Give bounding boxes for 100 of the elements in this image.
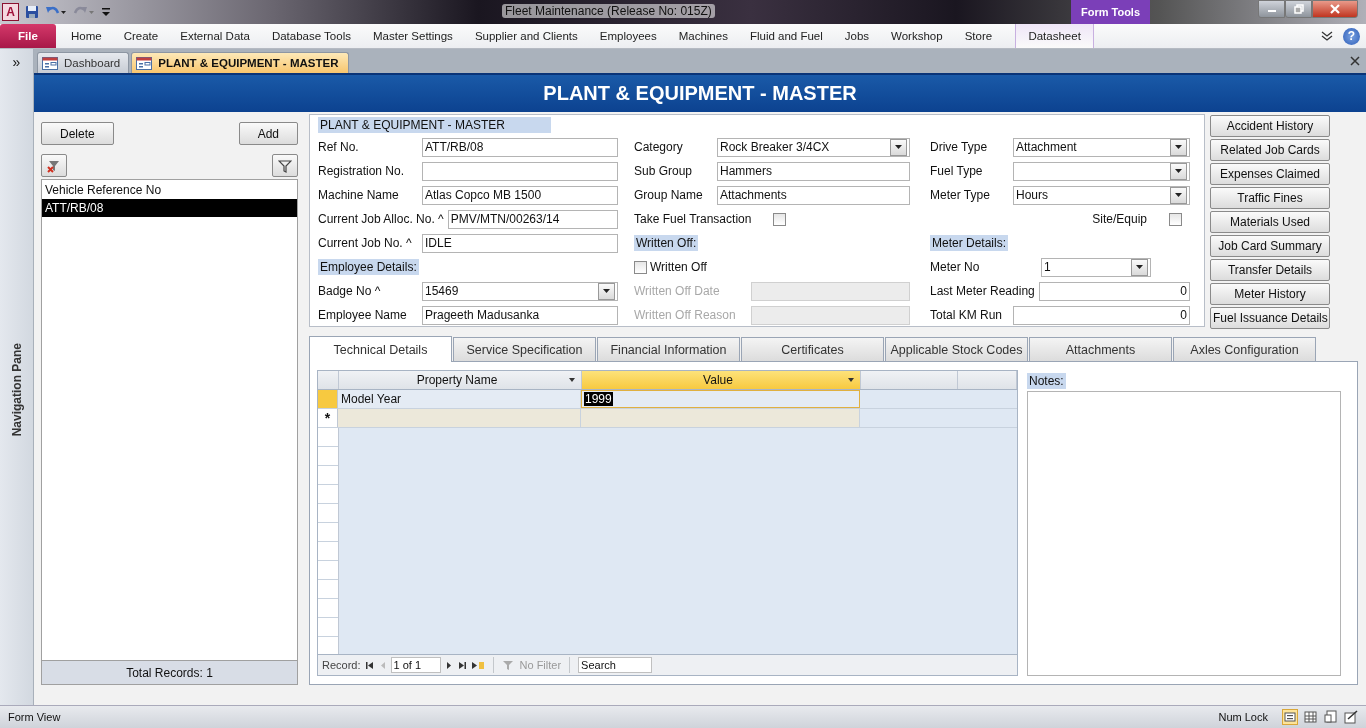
next-record-icon[interactable]	[444, 660, 453, 670]
action-button[interactable]: Expenses Claimed	[1210, 163, 1330, 185]
layout-view-icon[interactable]	[1324, 710, 1338, 724]
ribbon-tab[interactable]: External Data	[169, 24, 261, 48]
customize-icon[interactable]	[101, 5, 111, 19]
ribbon-tab[interactable]: Supplier and Clients	[463, 24, 589, 48]
action-button[interactable]: Meter History	[1210, 283, 1330, 305]
table-cell[interactable]: 1999	[581, 390, 860, 408]
checkbox[interactable]	[1169, 212, 1182, 226]
ribbon-tab[interactable]: Machines	[667, 24, 739, 48]
search-field[interactable]: Search	[578, 657, 653, 673]
filter-button[interactable]	[272, 154, 298, 177]
tab[interactable]: Axles Configuration	[1173, 337, 1316, 361]
input-field[interactable]	[751, 281, 910, 301]
ribbon-tab[interactable]: Database Tools	[260, 24, 362, 48]
checkbox[interactable]	[634, 260, 647, 274]
input-field[interactable]	[751, 305, 910, 325]
ribbon-tab[interactable]: Store	[953, 24, 1004, 48]
field-label: Take Fuel Transaction	[634, 212, 753, 226]
ribbon-tab[interactable]: Jobs	[833, 24, 881, 48]
dropdown-field[interactable]: Hours	[1013, 185, 1190, 205]
new-record-icon[interactable]	[470, 660, 485, 670]
ribbon-tab[interactable]: Create	[112, 24, 170, 48]
action-button[interactable]: Transfer Details	[1210, 259, 1330, 281]
datasheet-view-icon[interactable]	[1304, 710, 1318, 724]
tab[interactable]: Certificates	[741, 337, 884, 361]
record-position-field[interactable]: 1 of 1	[390, 657, 441, 673]
input-field[interactable]: 0	[1013, 305, 1190, 325]
action-button[interactable]: Fuel Issuance Details	[1210, 307, 1330, 329]
delete-button[interactable]: Delete	[41, 122, 114, 145]
notes-field[interactable]	[1027, 391, 1341, 676]
close-button[interactable]	[1312, 0, 1358, 18]
collapse-ribbon-icon[interactable]	[1321, 31, 1333, 41]
input-field[interactable]: ATT/RB/08	[422, 137, 618, 157]
ribbon-tab[interactable]: Employees	[588, 24, 668, 48]
tab[interactable]: Attachments	[1029, 337, 1172, 361]
clear-filter-button[interactable]	[41, 154, 67, 177]
document-tab[interactable]: Dashboard	[37, 52, 130, 73]
design-view-icon[interactable]	[1344, 710, 1358, 724]
tab[interactable]: Financial Information	[597, 337, 740, 361]
input-field[interactable]: PMV/MTN/00263/14	[447, 209, 618, 229]
action-button[interactable]: Materials Used	[1210, 211, 1330, 233]
input-field[interactable]: Hammers	[717, 161, 910, 181]
input-field[interactable]: 0	[1038, 281, 1190, 301]
form-icon	[136, 56, 153, 70]
input-field[interactable]	[422, 161, 618, 181]
section-label: Written Off:	[634, 235, 699, 251]
save-icon[interactable]	[25, 5, 39, 19]
app-logo[interactable]: A	[2, 3, 19, 21]
tab[interactable]: Applicable Stock Codes	[885, 337, 1028, 361]
action-button[interactable]: Job Card Summary	[1210, 235, 1330, 257]
form-icon	[42, 56, 58, 70]
total-records: Total Records: 1	[41, 661, 298, 685]
filter-icon	[278, 158, 292, 173]
ribbon-tab[interactable]: Master Settings	[361, 24, 464, 48]
table-cell[interactable]: Model Year	[338, 390, 581, 408]
field-label: Drive Type	[930, 140, 989, 154]
ribbon-tab[interactable]: Workshop	[880, 24, 954, 48]
field-label: Total KM Run	[930, 308, 1004, 322]
dropdown-arrow-icon	[1175, 193, 1182, 197]
dropdown-field[interactable]: 1	[1041, 257, 1151, 277]
form-view-icon[interactable]	[1282, 709, 1298, 725]
action-button[interactable]: Traffic Fines	[1210, 187, 1330, 209]
tab[interactable]: Service Specification	[453, 337, 596, 361]
dropdown-field[interactable]	[1013, 161, 1190, 181]
file-tab[interactable]: File	[0, 24, 56, 48]
dropdown-field[interactable]: 15469	[422, 281, 618, 301]
input-field[interactable]: IDLE	[422, 233, 618, 253]
input-field[interactable]: Attachments	[717, 185, 910, 205]
minimize-button[interactable]	[1258, 0, 1285, 18]
restore-icon	[1293, 4, 1304, 14]
expand-nav-button[interactable]: »	[12, 49, 21, 75]
input-field[interactable]: Atlas Copco MB 1500	[422, 185, 618, 205]
action-button[interactable]: Related Job Cards	[1210, 139, 1330, 161]
dropdown-field[interactable]: Attachment	[1013, 137, 1190, 157]
first-record-icon[interactable]	[364, 660, 375, 670]
restore-button[interactable]	[1285, 0, 1312, 18]
field-label: Meter No	[930, 260, 981, 274]
status-indicator: Num Lock	[1218, 711, 1268, 723]
dropdown-arrow-icon	[603, 289, 610, 293]
record-label: Record:	[322, 659, 361, 671]
tab[interactable]: Technical Details	[309, 336, 452, 362]
add-button[interactable]: Add	[238, 122, 298, 145]
table-cell[interactable]	[581, 409, 860, 427]
list-item[interactable]: ATT/RB/08	[42, 199, 297, 217]
ribbon-tab[interactable]: Datasheet	[1015, 24, 1095, 48]
field-label: Current Job Alloc. No. ^	[318, 212, 445, 226]
column-header[interactable]: Value	[582, 371, 861, 389]
last-record-icon[interactable]	[456, 660, 467, 670]
table-cell[interactable]	[338, 409, 581, 427]
navigation-pane-label[interactable]: Navigation Pane	[9, 343, 24, 437]
ribbon-tab[interactable]: Home	[60, 24, 113, 48]
field-label: Registration No.	[318, 164, 406, 178]
action-button[interactable]: Accident History	[1210, 115, 1330, 137]
close-icon[interactable]	[1350, 56, 1360, 66]
document-tab[interactable]: PLANT & EQUIPMENT - MASTER	[131, 52, 350, 73]
ribbon-tab[interactable]: Fluid and Fuel	[738, 24, 834, 48]
checkbox[interactable]	[773, 212, 787, 226]
input-field[interactable]: Prageeth Madusanka	[422, 305, 618, 325]
dropdown-field[interactable]: Rock Breaker 3/4CX	[717, 137, 910, 157]
